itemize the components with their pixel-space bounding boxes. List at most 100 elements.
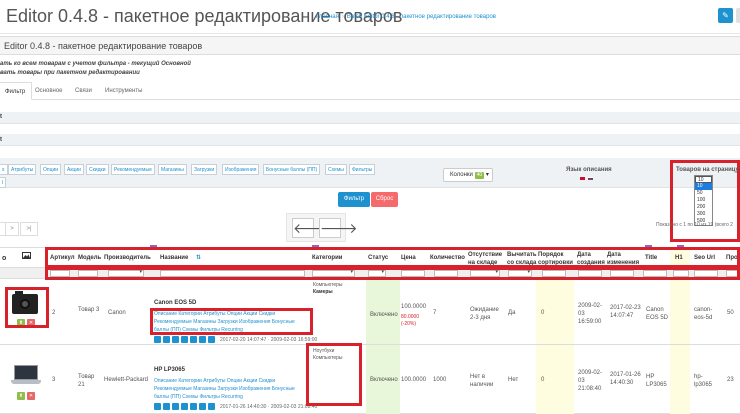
per-page-dropdown[interactable]: 10 10 50 100 200 300 500 xyxy=(694,175,713,226)
chip-link[interactable]: s xyxy=(0,164,8,175)
row-manufacturer[interactable]: Hewlett-Packard xyxy=(104,377,148,383)
row-status[interactable]: Включено xyxy=(370,312,398,318)
chip-related[interactable]: Рекомендуемые xyxy=(111,164,155,175)
chip-link-2[interactable]: l xyxy=(0,177,7,188)
breadcrumb-home[interactable]: Главная xyxy=(316,14,339,20)
file-icon[interactable] xyxy=(163,403,170,410)
row-price[interactable]: 100.0000 xyxy=(401,377,426,383)
trash-icon[interactable] xyxy=(208,403,215,410)
breadcrumb-current[interactable]: Batch Editor 0.4.8 - пакетное редактиров… xyxy=(347,14,496,20)
chip-specials[interactable]: Акции xyxy=(64,164,84,175)
row-date-added[interactable]: 2009-02-03 16:59:00 xyxy=(578,302,604,326)
row-seo-url[interactable]: canon-eos-5d xyxy=(694,306,720,322)
filter-label-2: t xyxy=(0,137,2,143)
row-subtract[interactable]: Нет xyxy=(508,377,518,383)
h1-cell xyxy=(670,280,690,344)
row-stock-status[interactable]: Нет в наличии xyxy=(470,373,502,389)
pencil-icon[interactable] xyxy=(190,336,197,343)
table-row: ⬆ ✕ 3 Товар 21 Hewlett-Packard HP LP3065… xyxy=(0,345,740,414)
back-icon[interactable]: ↩ xyxy=(736,8,740,23)
tab-links[interactable]: Связи xyxy=(69,82,98,100)
columns-select[interactable]: Колонки 40 ▾ xyxy=(443,168,493,182)
row-price[interactable]: 100.0000 xyxy=(401,304,426,310)
row-dates: 2017-02-20 14:07:47 · 2009-02-03 16:59:0… xyxy=(220,337,318,343)
tab-main[interactable]: Основное xyxy=(29,82,69,100)
row-sku[interactable]: 2 xyxy=(52,310,55,316)
row-subtract[interactable]: Да xyxy=(508,310,515,316)
chevron-down-icon: ▾ xyxy=(485,172,489,178)
link-icon[interactable] xyxy=(199,403,206,410)
link-icon[interactable] xyxy=(199,336,206,343)
per-page-option[interactable]: 50 xyxy=(695,190,712,197)
product-image[interactable] xyxy=(11,365,41,385)
chip-layouts[interactable]: Схемы xyxy=(325,164,347,175)
chip-options[interactable]: Опции xyxy=(40,164,62,175)
reset-button[interactable]: Сброс xyxy=(371,192,398,207)
per-page-option[interactable]: 10 xyxy=(695,183,712,190)
row-product-name[interactable]: HP LP3065 xyxy=(154,367,185,373)
per-page-option[interactable]: 200 xyxy=(695,204,712,211)
row-quantity[interactable]: 1000 xyxy=(433,377,446,383)
filter-bar-highlight xyxy=(45,267,740,280)
trash-icon[interactable] xyxy=(208,336,215,343)
row-title[interactable]: Canon EOS 5D xyxy=(646,306,670,322)
row-date-added[interactable]: 2009-02-03 21:08:40 xyxy=(578,369,604,393)
links-highlight xyxy=(150,308,313,335)
arrow-left-icon[interactable]: 🡐 xyxy=(292,218,331,238)
eye-icon[interactable] xyxy=(181,336,188,343)
pager-last[interactable]: >| xyxy=(20,222,38,236)
chip-reward[interactable]: Бонусные баллы (ПП) xyxy=(263,164,321,175)
note-apply-all: ать ко всем товарам с учетом фильтра - т… xyxy=(0,61,191,67)
chip-discounts[interactable]: Скидки xyxy=(86,164,109,175)
pencil-icon[interactable] xyxy=(190,403,197,410)
row-stock-status[interactable]: Ожидание 2-3 дня xyxy=(470,306,502,322)
row-status[interactable]: Включено xyxy=(370,377,398,383)
list-icon[interactable] xyxy=(172,336,179,343)
pager-next[interactable]: > xyxy=(5,222,19,236)
chip-stores[interactable]: Магазины xyxy=(158,164,187,175)
row-date-modified[interactable]: 2017-02-23 14:07:47 xyxy=(610,304,642,320)
row-views[interactable]: 50 xyxy=(727,310,734,316)
edit-icon[interactable]: ✎ xyxy=(718,8,733,23)
row-manufacturer[interactable]: Canon xyxy=(108,310,126,316)
row-edit-links[interactable]: Описание Категории Атрибуты Опции Акции … xyxy=(154,377,310,401)
file-icon[interactable] xyxy=(163,336,170,343)
row-categories[interactable]: Компьютеры Камеры xyxy=(313,282,342,296)
delete-icon[interactable]: ✕ xyxy=(27,392,35,400)
tab-tools[interactable]: Инструменты xyxy=(99,82,148,100)
list-icon[interactable] xyxy=(172,403,179,410)
filter-button[interactable]: Фильтр xyxy=(338,192,370,207)
chip-filters[interactable]: Фильтры xyxy=(349,164,376,175)
row-product-name[interactable]: Canon EOS 5D xyxy=(154,300,196,306)
tab-bar: Фильтр Основное Связи Инструменты xyxy=(0,82,740,100)
per-page-label: Товаров на страницу xyxy=(676,167,739,173)
flag-en-icon[interactable] xyxy=(580,177,585,180)
row-views[interactable]: 23 xyxy=(727,377,734,383)
arrow-right-icon[interactable]: 🡒 xyxy=(319,218,358,238)
eye-icon[interactable] xyxy=(181,403,188,410)
chip-attributes[interactable]: Атрибуты xyxy=(8,164,37,175)
row-title[interactable]: HP LP3065 xyxy=(646,373,670,389)
panel-title: Editor 0.4.8 - пакетное редактирование т… xyxy=(4,41,203,51)
row-sku[interactable]: 3 xyxy=(52,377,55,383)
row-sort[interactable]: 0 xyxy=(541,377,544,383)
copy-icon[interactable] xyxy=(154,336,161,343)
image-col-icon xyxy=(22,248,31,269)
row-date-modified[interactable]: 2017-01-26 14:40:30 xyxy=(610,371,642,387)
row-seo-url[interactable]: hp-lp3065 xyxy=(694,373,720,389)
row-dates: 2017-01-26 14:40:30 · 2009-02-03 21:08:4… xyxy=(220,404,318,410)
row-sort[interactable]: 0 xyxy=(541,310,544,316)
copy-icon[interactable] xyxy=(154,403,161,410)
upload-icon[interactable]: ⬆ xyxy=(17,392,25,400)
chip-images[interactable]: Изображения xyxy=(222,164,260,175)
per-page-option[interactable]: 100 xyxy=(695,197,712,204)
category-item: Камеры xyxy=(313,289,333,295)
row-quantity[interactable]: 7 xyxy=(433,310,436,316)
row-model[interactable]: Товар 21 xyxy=(78,373,100,389)
flag-ru-icon[interactable] xyxy=(588,177,593,180)
tab-filter[interactable]: Фильтр xyxy=(0,82,33,100)
per-page-current[interactable]: 10 xyxy=(695,176,712,183)
chip-downloads[interactable]: Загрузки xyxy=(191,164,218,175)
row-model[interactable]: Товар 3 xyxy=(78,306,100,314)
per-page-option[interactable]: 300 xyxy=(695,211,712,218)
